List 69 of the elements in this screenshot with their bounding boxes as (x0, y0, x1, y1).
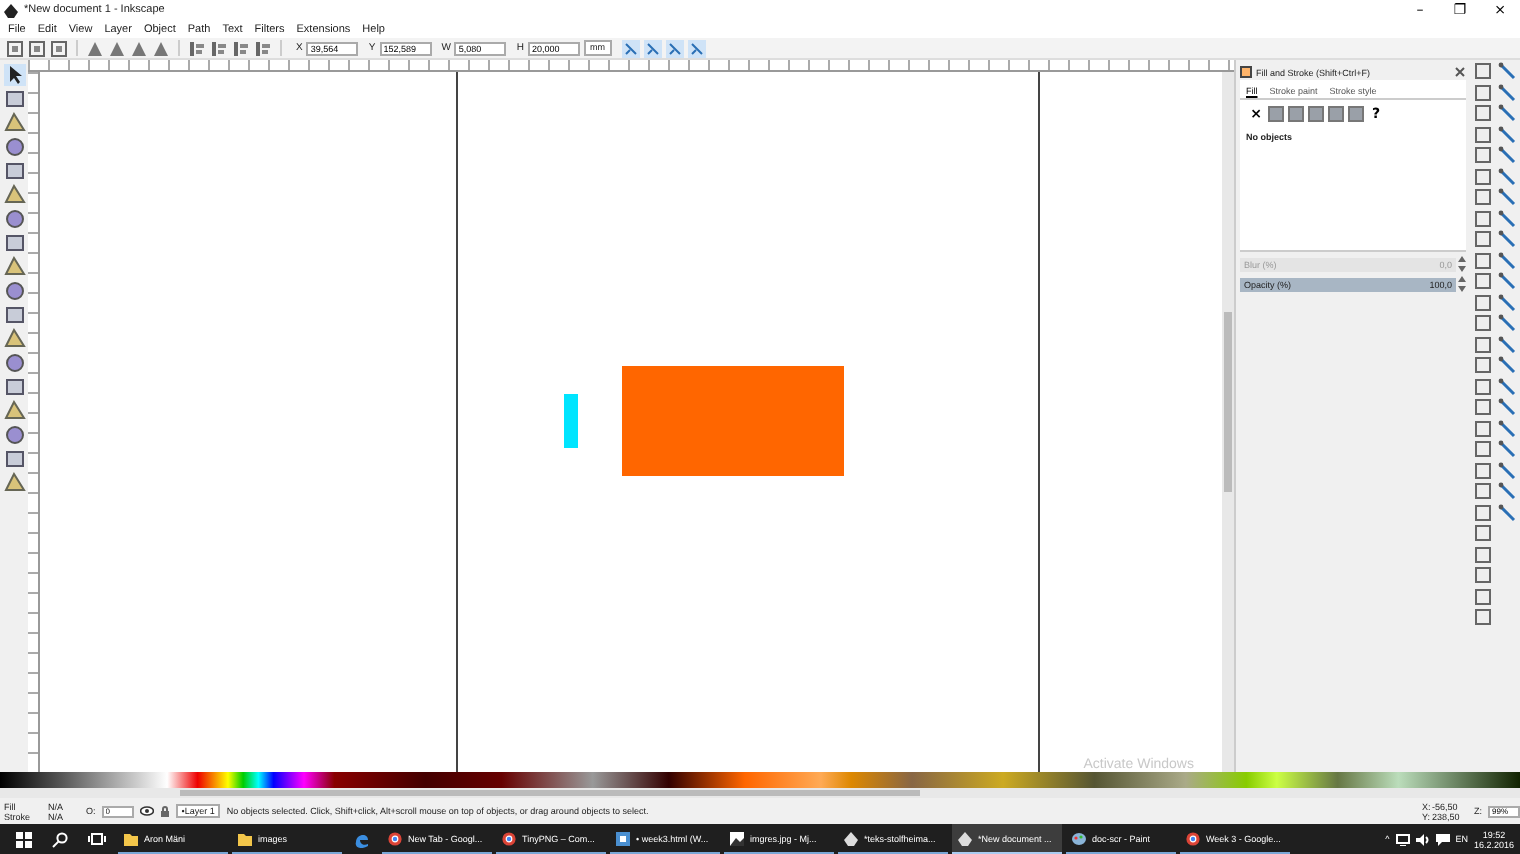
notification-icon[interactable] (1435, 833, 1450, 845)
volume-icon[interactable] (1415, 833, 1430, 845)
tool-icon[interactable] (3, 208, 25, 230)
tool-icon[interactable] (3, 184, 25, 206)
browser-icon (1186, 831, 1200, 845)
tool-icon[interactable] (3, 400, 25, 422)
snap-icon[interactable] (1498, 440, 1517, 458)
tool-icon[interactable] (3, 160, 25, 182)
tool-icon[interactable] (3, 328, 25, 350)
tool-icon[interactable] (3, 232, 25, 254)
snap-toggle-icon[interactable] (643, 39, 662, 57)
snap-icon[interactable] (1498, 230, 1517, 248)
scrollbar-thumb[interactable] (180, 790, 920, 796)
tool-icon[interactable] (3, 280, 25, 302)
snap-icon[interactable] (1498, 83, 1517, 101)
toolbar-icon[interactable] (254, 39, 272, 57)
tool-icon[interactable] (3, 352, 25, 374)
snap-icon[interactable] (1498, 251, 1517, 269)
close-icon[interactable] (1454, 66, 1466, 78)
paint-palette-icon (1072, 831, 1086, 845)
snap-icon[interactable] (1498, 188, 1517, 206)
snap-icon[interactable] (1498, 209, 1517, 227)
tool-icon[interactable] (3, 424, 25, 446)
snap-icon[interactable] (1498, 125, 1517, 143)
eye-icon[interactable] (139, 806, 154, 816)
lock-icon[interactable] (159, 805, 170, 817)
snap-icon[interactable] (1498, 503, 1517, 521)
tool-icon[interactable] (3, 136, 25, 158)
toolbar-icon[interactable] (188, 39, 206, 57)
pointer-icon[interactable] (3, 64, 25, 86)
tool-icon[interactable] (3, 376, 25, 398)
tool-icon[interactable] (3, 88, 25, 110)
color-palette-drawing[interactable] (0, 772, 1520, 788)
tool-icon[interactable] (3, 112, 25, 134)
tool-icon[interactable] (3, 448, 25, 470)
snap-toggle-icon[interactable] (665, 39, 684, 57)
snap-icon[interactable] (1498, 461, 1517, 479)
snap-icon[interactable] (1498, 62, 1517, 80)
tool-icon[interactable] (3, 256, 25, 278)
tool-icon[interactable] (3, 304, 25, 326)
snap-toggle-icon[interactable] (687, 39, 706, 57)
snap-icon[interactable] (1498, 398, 1517, 416)
snap-icon[interactable] (1498, 314, 1517, 332)
snap-icon[interactable] (1498, 167, 1517, 185)
snap-icon[interactable] (1498, 146, 1517, 164)
toolbar-icon[interactable] (210, 39, 228, 57)
picture-icon (730, 831, 744, 845)
snap-icon[interactable] (1498, 272, 1517, 290)
snap-icon[interactable] (1498, 335, 1517, 353)
fill-stroke-icon (1240, 66, 1252, 78)
browser-icon (388, 831, 402, 845)
browser-icon (502, 831, 516, 845)
folder-icon (238, 831, 252, 845)
snap-icon[interactable] (1498, 419, 1517, 437)
search-icon[interactable] (52, 831, 68, 847)
snap-icon[interactable] (1498, 482, 1517, 500)
tool-icon[interactable] (3, 472, 25, 494)
snap-icon[interactable] (1498, 377, 1517, 395)
network-icon[interactable] (1395, 833, 1410, 845)
snap-icon[interactable] (1498, 356, 1517, 374)
toolbar-icon[interactable] (232, 39, 250, 57)
folder-icon (124, 831, 138, 845)
spin-arrows-icon[interactable] (1458, 276, 1466, 292)
snap-icon[interactable] (1498, 104, 1517, 122)
snap-icon[interactable] (1498, 293, 1517, 311)
task-view-icon[interactable] (88, 832, 106, 846)
scrollbar-thumb[interactable] (1224, 312, 1232, 492)
editor-icon (616, 831, 630, 845)
snap-toggle-icon[interactable] (621, 39, 640, 57)
